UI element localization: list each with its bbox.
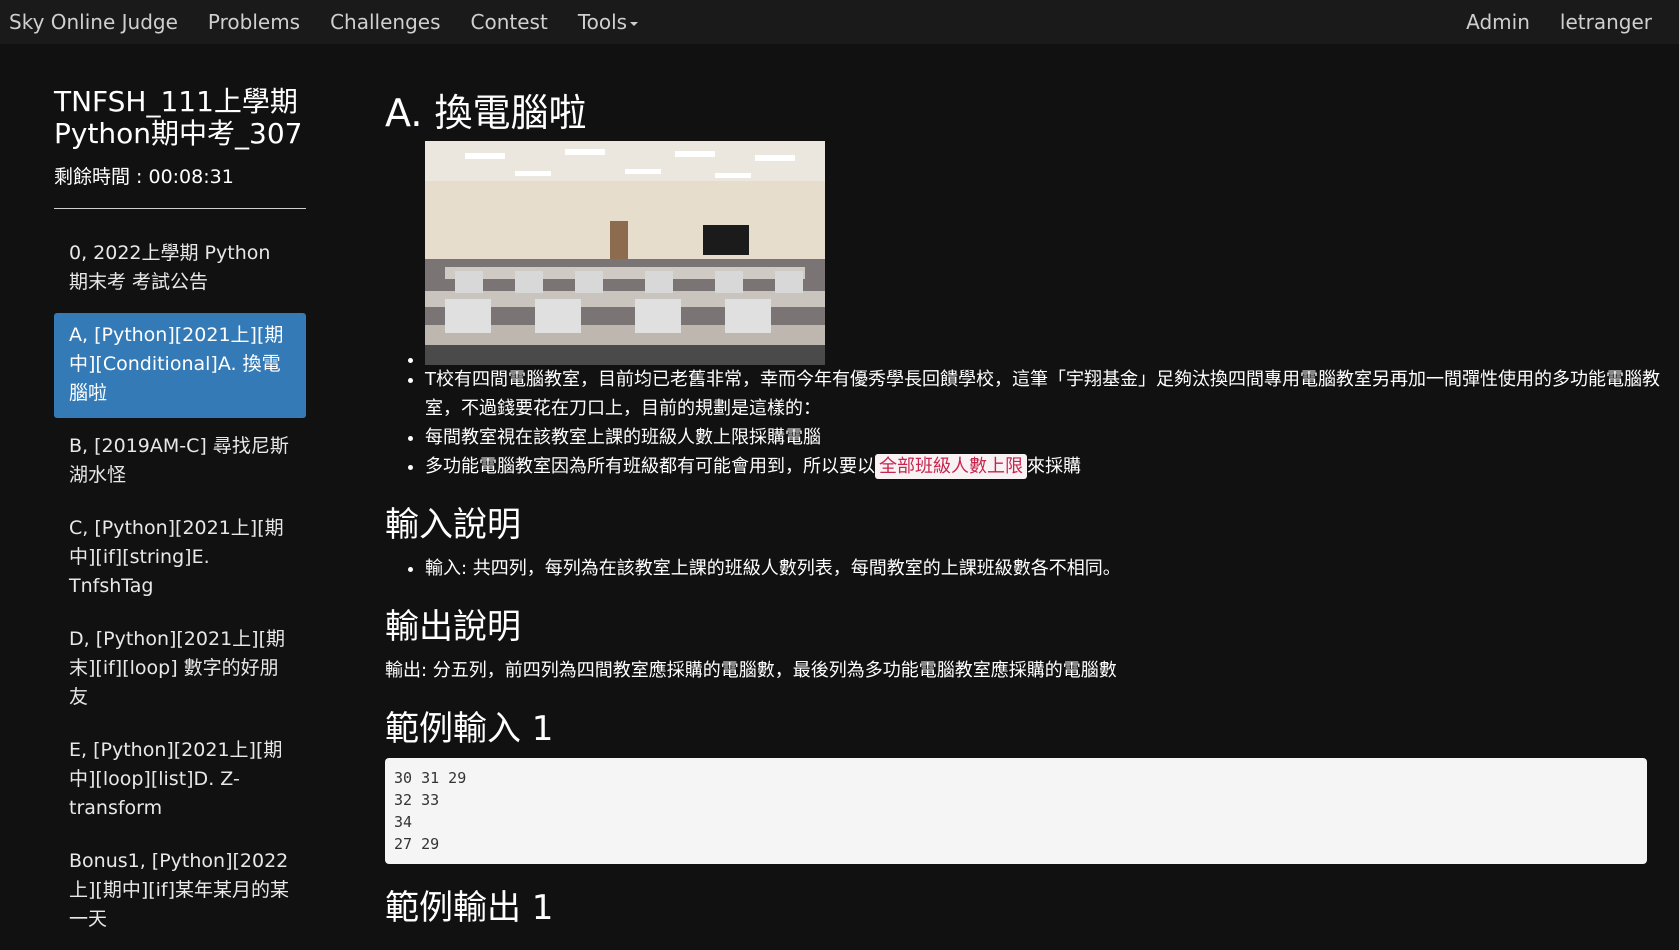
nav-tools-label: Tools [577, 10, 628, 34]
nav-problems[interactable]: Problems [208, 10, 300, 34]
remaining-time: 剩餘時間 : 00:08:31 [54, 166, 234, 188]
nav-challenges[interactable]: Challenges [330, 10, 440, 34]
sample-input-heading: 範例輸入 1 [385, 709, 554, 749]
description-bullet-3: 多功能電腦教室因為所有班級都有可能會用到，所以要以全部班級人數上限來採購 [425, 452, 1669, 481]
description-bullet-2: 每間教室視在該教室上課的班級人數上限採購電腦 [425, 423, 1669, 452]
sample-output-heading: 範例輸出 1 [385, 888, 554, 928]
contest-sidebar: TNFSH_111上學期 Python期中考_307 剩餘時間 : 00:08:… [54, 86, 306, 950]
classroom-photo [425, 141, 825, 365]
bullet-3-text-before: 多功能電腦教室因為所有班級都有可能會用到，所以要以 [425, 456, 875, 477]
nav-tools-dropdown[interactable]: Tools [577, 10, 639, 34]
sidebar-item-e[interactable]: E, [Python][2021上][期中][loop][list]D. Z-t… [54, 728, 306, 833]
contest-title: TNFSH_111上學期 Python期中考_307 [54, 86, 306, 150]
sidebar-item-announcement[interactable]: 0, 2022上學期 Python 期末考 考試公告 [54, 231, 306, 307]
nav-admin[interactable]: Admin [1466, 10, 1530, 34]
problem-content: A. 換電腦啦 • • T校有四間電腦教室，目前均已老舊非常，幸而今年有優秀學長… [385, 82, 1669, 937]
sidebar-divider [54, 208, 306, 209]
sidebar-item-b[interactable]: B, [2019AM-C] 尋找尼斯湖水怪 [54, 424, 306, 500]
output-description: 輸出: 分五列，前四列為四間教室應採購的電腦數，最後列為多功能電腦教室應採購的電… [385, 660, 1117, 681]
sidebar-item-bonus1[interactable]: Bonus1, [Python][2022上][期中][if]某年某月的某一天 [54, 839, 306, 944]
classroom-photo-drawing [425, 141, 825, 365]
nav-right: Admin letranger [1436, 0, 1652, 44]
nav-contest[interactable]: Contest [471, 10, 548, 34]
output-heading: 輸出說明 [385, 607, 521, 647]
brand-link[interactable]: Sky Online Judge [9, 10, 178, 34]
problem-title: A. 換電腦啦 [385, 91, 587, 135]
sidebar-item-a[interactable]: A, [Python][2021上][期中][Conditional]A. 換電… [54, 313, 306, 418]
sample-input-box: 30 31 29 32 33 34 27 29 [385, 758, 1647, 864]
sidebar-item-c[interactable]: C, [Python][2021上][期中][if][string]E. Tnf… [54, 506, 306, 611]
contest-title-line1: TNFSH_111上學期 [54, 85, 298, 118]
description-bullet-1: T校有四間電腦教室，目前均已老舊非常，幸而今年有優秀學長回饋學校，這筆「宇翔基金… [425, 365, 1669, 423]
contest-title-line2: Python期中考_307 [54, 117, 303, 150]
photo-list-item [425, 141, 1669, 365]
caret-down-icon [630, 21, 639, 26]
nav-user[interactable]: letranger [1560, 10, 1652, 34]
highlight-code: 全部班級人數上限 [875, 454, 1027, 479]
input-bullet: 輸入: 共四列，每列為在該教室上課的班級人數列表，每間教室的上課班級數各不相同。 [425, 554, 1669, 583]
sidebar-item-d[interactable]: D, [Python][2021上][期末][if][loop] 數字的好朋友 [54, 617, 306, 722]
input-heading: 輸入說明 [385, 505, 521, 545]
input-description: 輸入: 共四列，每列為在該教室上課的班級人數列表，每間教室的上課班級數各不相同。 [385, 554, 1669, 583]
top-navbar: Sky Online Judge Problems Challenges Con… [0, 0, 1679, 44]
bullet-3-text-after: 來採購 [1027, 456, 1081, 477]
problem-description: T校有四間電腦教室，目前均已老舊非常，幸而今年有優秀學長回饋學校，這筆「宇翔基金… [385, 141, 1669, 481]
